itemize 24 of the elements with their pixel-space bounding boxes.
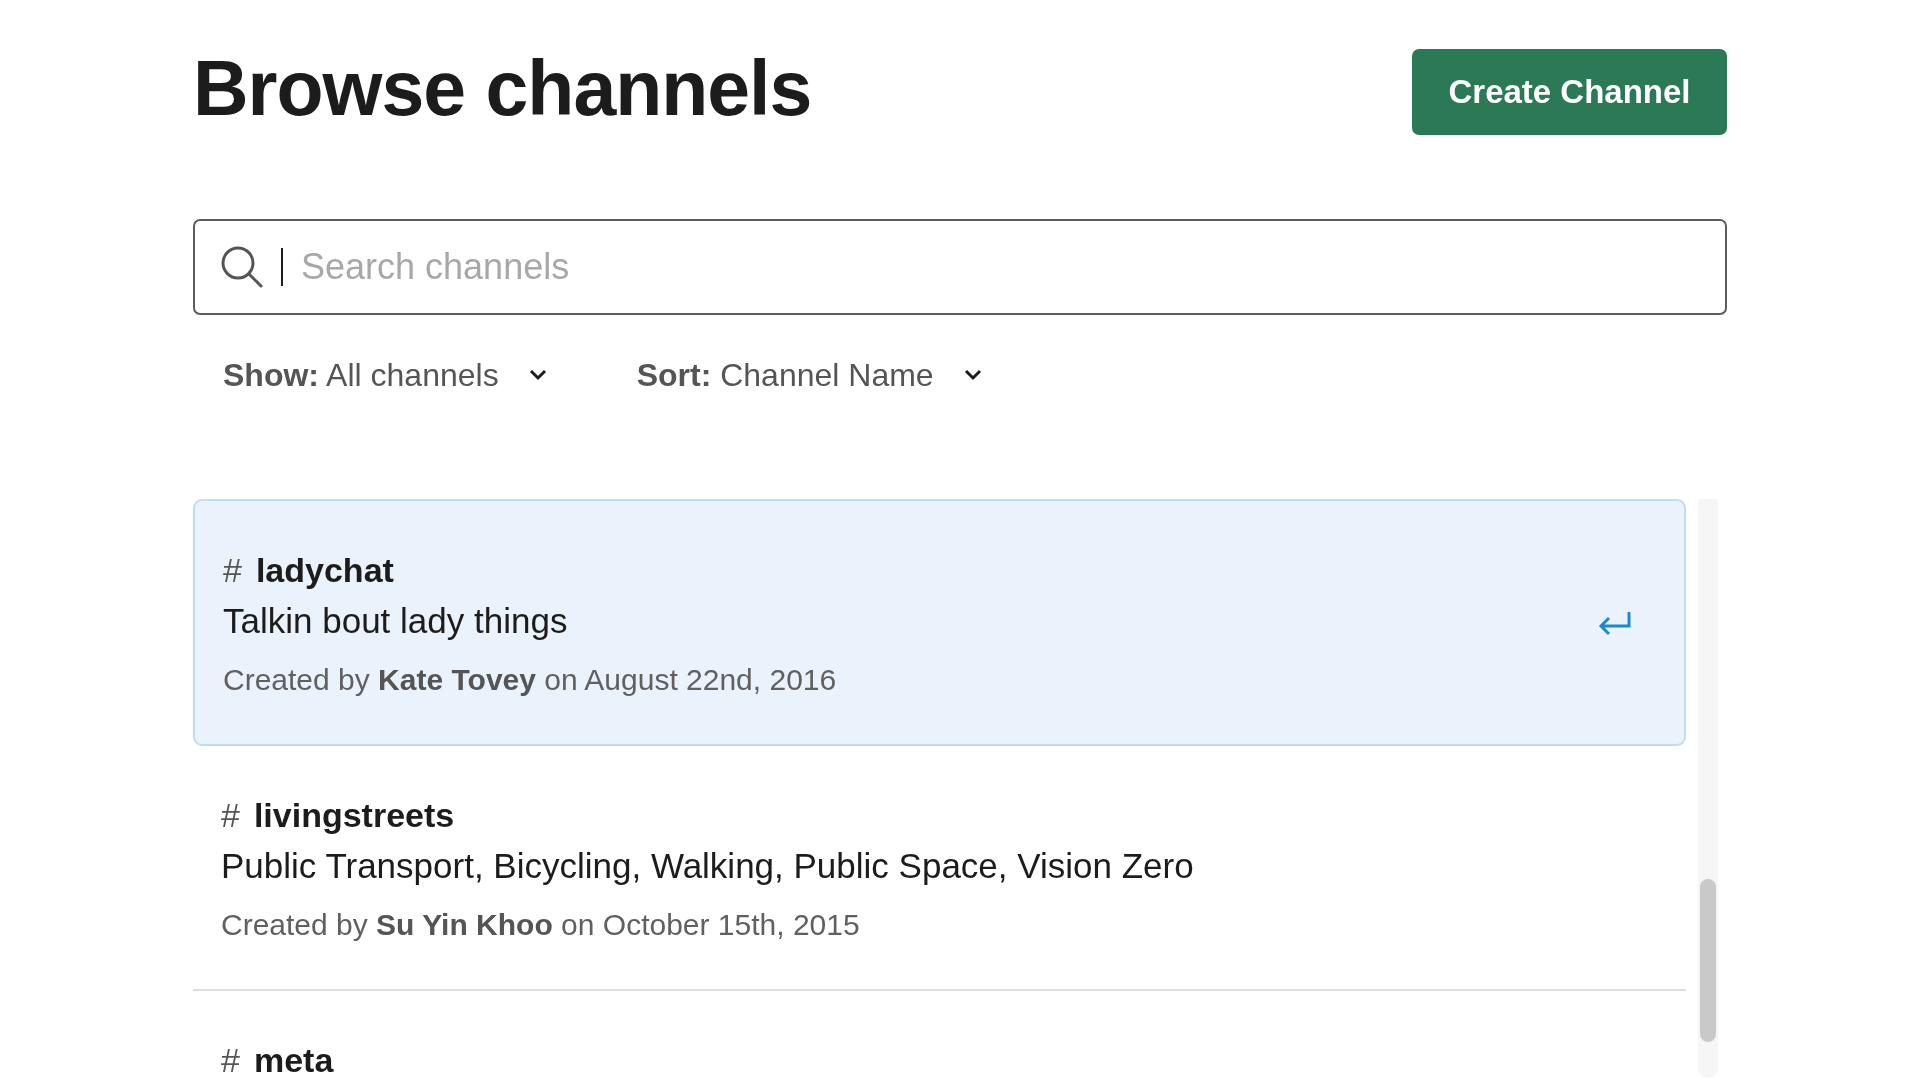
channel-name: ladychat — [255, 551, 394, 589]
page-title: Browse channels — [193, 44, 812, 133]
search-field[interactable]: Search channels — [193, 219, 1727, 315]
filter-dropdown[interactable]: Sort: Channel Name — [636, 351, 982, 399]
hash-sign: # — [221, 796, 240, 834]
channel-name: meta — [253, 1041, 334, 1079]
hash-sign: # — [221, 1041, 240, 1079]
channel-item[interactable]: # livingstreets Public Transport, Bicycling, Walking, Public Space, Vision Zero Created by Su Yin Khoo on October 15th, 2015 — [193, 746, 1686, 991]
search-icon — [219, 244, 265, 290]
channel-item[interactable]: # meta — [193, 991, 1686, 1080]
channel-creation-info: Created by Kate Tovey on August 22nd, 2016 — [223, 662, 837, 698]
channel-description: Public Transport, Bicycling, Walking, Public Space, Vision Zero — [221, 845, 1194, 887]
scrollbar-thumb[interactable] — [1700, 879, 1716, 1042]
hash-sign: # — [223, 551, 242, 589]
chevron-down-icon — [528, 369, 547, 381]
create-channel-button[interactable]: Create Channel — [1412, 49, 1727, 135]
channel-item[interactable]: # ladychat Talkin bout lady things Created by Kate Tovey on August 22nd, 2016 — [193, 499, 1686, 746]
channel-description: Talkin bout lady things — [223, 600, 568, 642]
channel-name: livingstreets — [253, 796, 455, 834]
text-cursor — [281, 248, 283, 286]
return-arrow-icon — [1598, 609, 1632, 636]
filter-dropdown[interactable]: Show: All channels — [223, 351, 547, 399]
chevron-down-icon — [963, 369, 982, 381]
channel-creation-info: Created by Su Yin Khoo on October 15th, 2015 — [221, 907, 860, 943]
